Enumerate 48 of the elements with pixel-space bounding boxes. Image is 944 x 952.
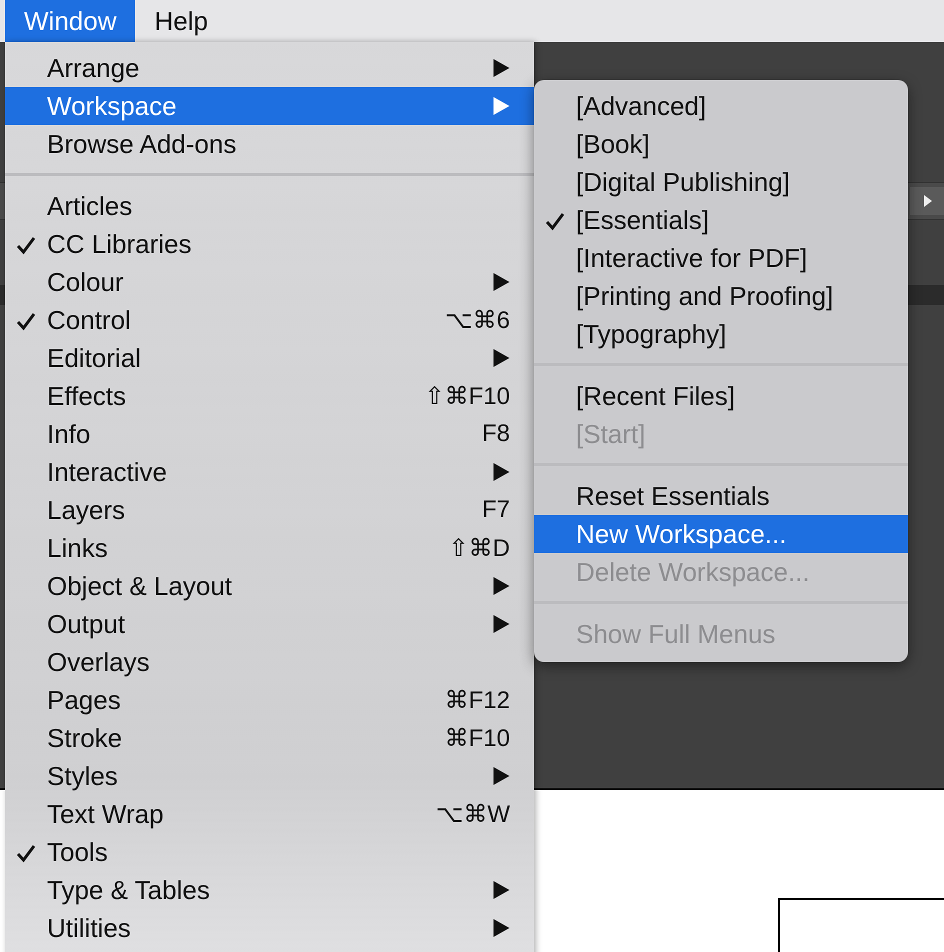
menu-item[interactable]: Styles (5, 757, 534, 795)
menu-item[interactable]: Stroke ⌘F10 (5, 719, 534, 757)
menu-item[interactable]: Colour (5, 263, 534, 301)
menu-item[interactable]: [Recent Files] (534, 377, 908, 415)
menu-item[interactable]: Layers F7 (5, 491, 534, 529)
checkmark-icon (15, 235, 37, 255)
shortcut-text: F7 (482, 496, 510, 524)
shortcut-text: ⇧⌘F10 (424, 382, 510, 410)
menu-item[interactable]: Effects ⇧⌘F10 (5, 377, 534, 415)
menu-item[interactable]: Type & Tables (5, 871, 534, 909)
menu-item[interactable]: Output (5, 605, 534, 643)
checkmark-icon (15, 843, 37, 863)
checkmark-icon (544, 211, 566, 231)
play-icon[interactable] (910, 187, 944, 215)
menu-item[interactable]: Tools (5, 833, 534, 871)
menu-item[interactable]: New Workspace... (534, 515, 908, 553)
menu-item[interactable]: Pages ⌘F12 (5, 681, 534, 719)
menu-item[interactable]: [Advanced] (534, 87, 908, 125)
menu-item[interactable]: Control ⌥⌘6 (5, 301, 534, 339)
menu-item[interactable]: CC Libraries (5, 225, 534, 263)
menu-item[interactable]: Info F8 (5, 415, 534, 453)
menu-item[interactable]: Object & Layout (5, 567, 534, 605)
menu-item[interactable]: Utilities (5, 909, 534, 947)
menu-item[interactable]: [Book] (534, 125, 908, 163)
shortcut-text: ⌘F12 (444, 686, 510, 714)
menu-bar-item[interactable]: Help (135, 0, 227, 42)
menu-item[interactable]: [Printing and Proofing] (534, 277, 908, 315)
shortcut-text: ⌥⌘6 (444, 306, 510, 334)
checkmark-icon (15, 311, 37, 331)
menu-item[interactable]: Editorial (5, 339, 534, 377)
menu-item[interactable]: Interactive (5, 453, 534, 491)
shortcut-text: ⇧⌘D (448, 534, 510, 562)
menu-bar-item[interactable]: Window (5, 0, 136, 42)
menu-item[interactable]: Arrange (5, 49, 534, 87)
menu-item[interactable]: Reset Essentials (534, 477, 908, 515)
menu-item[interactable]: [Digital Publishing] (534, 163, 908, 201)
shortcut-text: ⌥⌘W (436, 800, 510, 828)
menu-item[interactable]: Overlays (5, 643, 534, 681)
menu-item[interactable]: Articles (5, 187, 534, 225)
menu-item[interactable]: Browse Add-ons (5, 125, 534, 163)
shortcut-text: ⌘F10 (444, 724, 510, 752)
menu-item[interactable]: [Typography] (534, 315, 908, 353)
menu-item[interactable]: Text Wrap ⌥⌘W (5, 795, 534, 833)
menu-item[interactable]: [Essentials] (534, 201, 908, 239)
menu-item[interactable]: Workspace (5, 87, 534, 125)
shortcut-text: F8 (482, 420, 510, 448)
menu-item[interactable]: [Interactive for PDF] (534, 239, 908, 277)
menu-item[interactable]: Links ⇧⌘D (5, 529, 534, 567)
